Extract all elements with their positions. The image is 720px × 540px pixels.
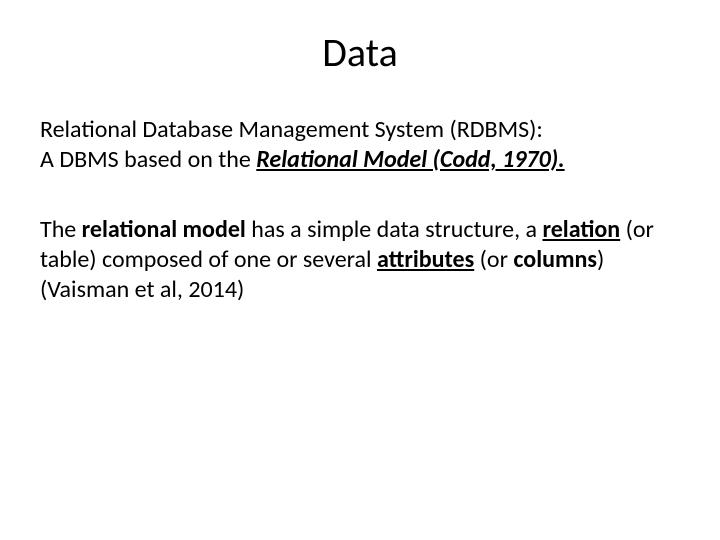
paragraph-relational-model: The relational model has a simple data s…	[40, 215, 680, 305]
text-p2-1: The	[40, 215, 82, 244]
text-dbms-intro: A DBMS based on the	[40, 145, 256, 174]
text-relational-model-codd: Relational Model (Codd, 1970).	[256, 145, 564, 174]
paragraph-rdbms: Relational Database Management System (R…	[40, 115, 680, 175]
text-columns: columns	[513, 245, 597, 274]
text-relational-model: relational model	[82, 215, 246, 244]
text-p2-7: (or	[474, 245, 513, 274]
text-relation: relation	[542, 215, 620, 244]
text-attributes: attributes	[377, 245, 474, 274]
text-p2-3: has a simple data structure, a	[246, 215, 543, 244]
slide-title: Data	[40, 28, 680, 77]
text-rdbms-heading: Relational Database Management System (R…	[40, 115, 543, 144]
